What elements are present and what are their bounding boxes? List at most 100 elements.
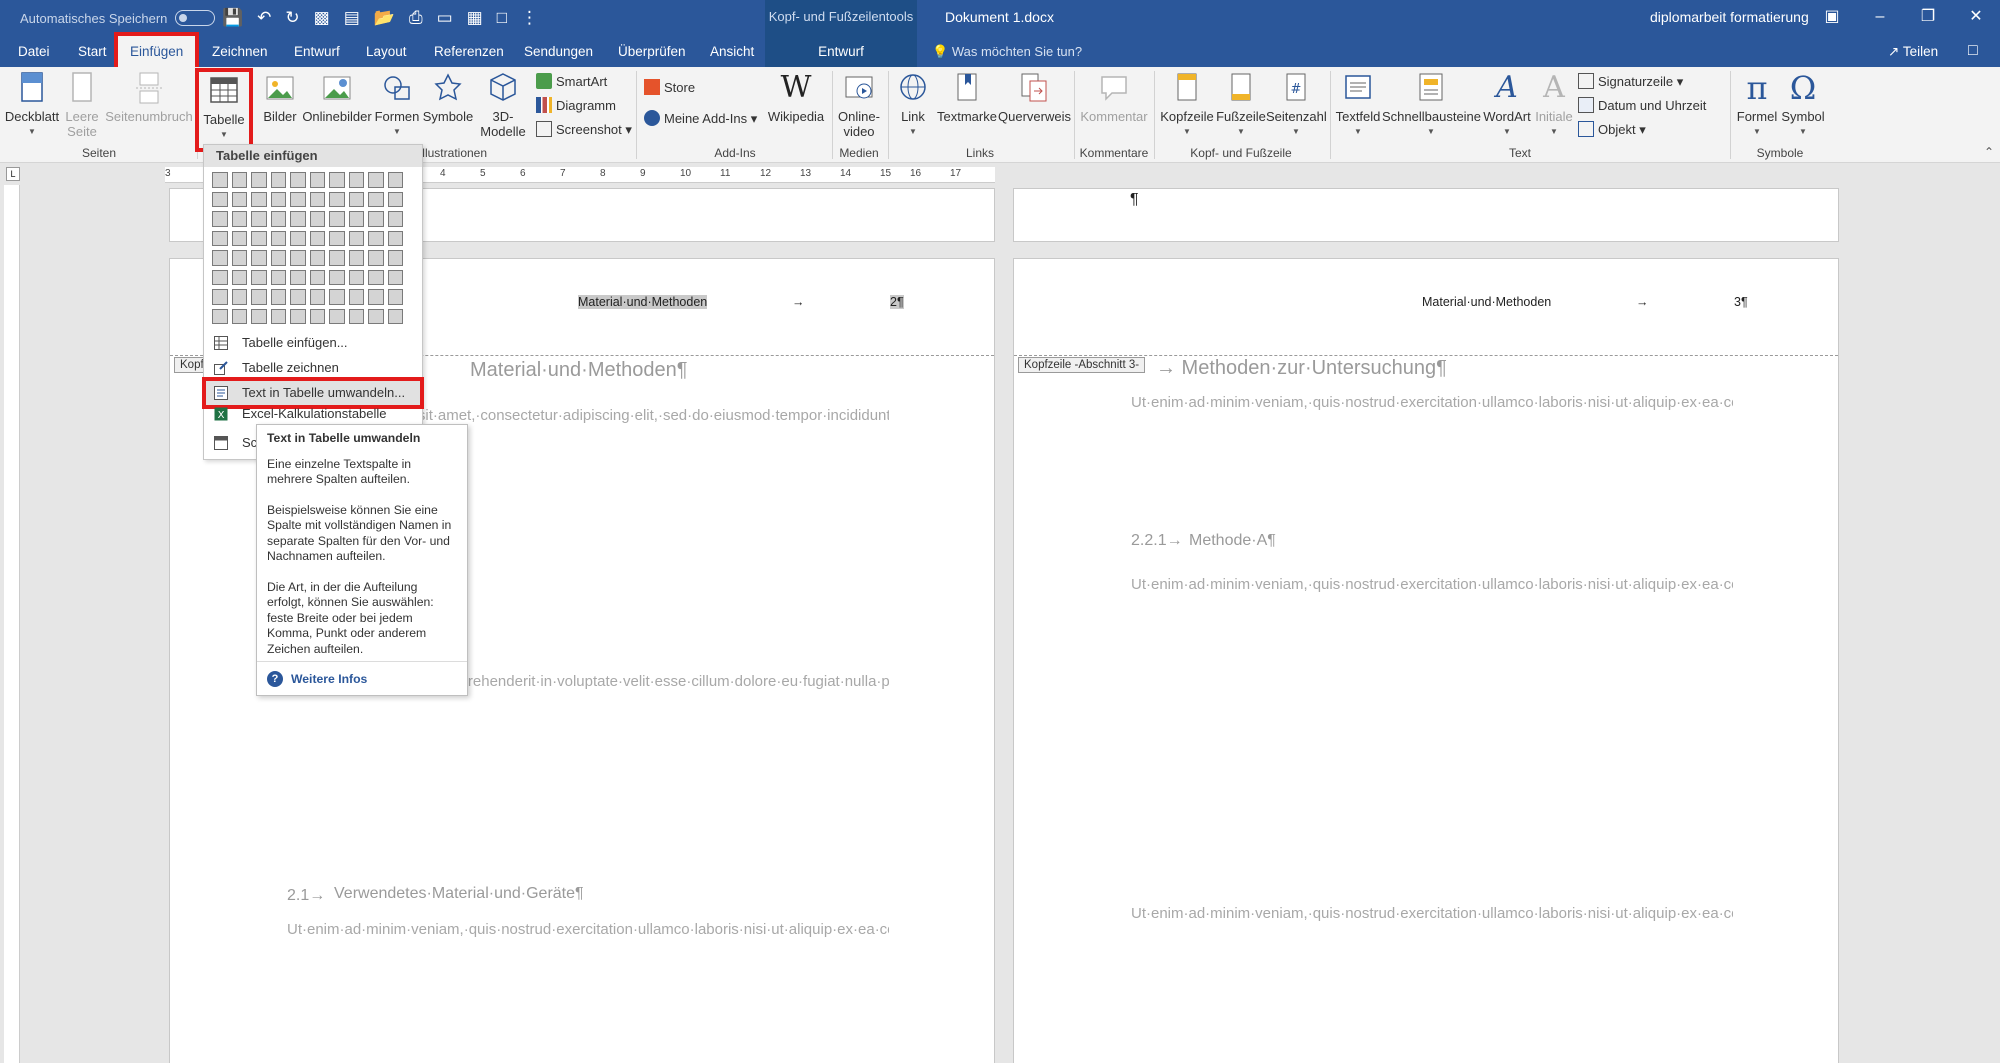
new-document-icon[interactable]: □: [497, 8, 507, 28]
grid-cell[interactable]: [251, 191, 267, 207]
close-icon[interactable]: ✕: [1952, 0, 2000, 36]
paragraph-1[interactable]: Ut·enim·ad·minim·veniam,·quis·nostrud·ex…: [1131, 389, 1733, 507]
autosave-control[interactable]: Automatisches Speichern: [20, 0, 216, 36]
table-icon[interactable]: ▦: [467, 8, 483, 28]
grid-cell[interactable]: [387, 191, 403, 207]
formen-button[interactable]: Formen ▼: [374, 69, 420, 139]
grid-cell[interactable]: [251, 211, 267, 227]
signaturzeile-button[interactable]: Signaturzeile ▾: [1578, 71, 1683, 93]
collapse-ribbon-icon[interactable]: ⌃: [1984, 145, 1994, 159]
grid-cell[interactable]: [290, 250, 306, 266]
grid-cell[interactable]: [290, 211, 306, 227]
grid-cell[interactable]: [251, 289, 267, 305]
grid-cell[interactable]: [231, 289, 247, 305]
store-button[interactable]: Store: [644, 77, 695, 99]
grid-cell[interactable]: [212, 289, 228, 305]
grid-cell[interactable]: [329, 191, 345, 207]
print-icon[interactable]: ⎙: [409, 8, 423, 28]
onlinevideo-button[interactable]: Online-video: [834, 69, 884, 139]
tabelle-button[interactable]: Tabelle ▼: [195, 68, 253, 152]
grid-cell[interactable]: [231, 211, 247, 227]
paragraph-3[interactable]: Ut·enim·ad·minim·veniam,·quis·nostrud·ex…: [1131, 900, 1733, 1063]
tab-layout[interactable]: Layout: [364, 36, 409, 67]
grid-cell[interactable]: [309, 250, 325, 266]
grid-cell[interactable]: [251, 308, 267, 324]
customize-qat-icon[interactable]: ⋮: [521, 8, 538, 28]
grid-cell[interactable]: [309, 191, 325, 207]
grid-cell[interactable]: [290, 172, 306, 188]
grid-cell[interactable]: [348, 191, 364, 207]
table-size-grid[interactable]: [212, 172, 403, 324]
grid-cell[interactable]: [348, 230, 364, 246]
tab-entwurf[interactable]: Entwurf: [292, 36, 342, 67]
meine-addins-button[interactable]: Meine Add-Ins ▾: [644, 108, 757, 130]
grid-cell[interactable]: [290, 269, 306, 285]
grid-cell[interactable]: [368, 308, 384, 324]
menu-item-text-in-tabelle-umwandeln[interactable]: Text in Tabelle umwandeln...: [202, 377, 424, 409]
grid-cell[interactable]: [368, 211, 384, 227]
grid-cell[interactable]: [329, 289, 345, 305]
grid-cell[interactable]: [212, 191, 228, 207]
grid-cell[interactable]: [329, 172, 345, 188]
grid-cell[interactable]: [368, 289, 384, 305]
grid-cell[interactable]: [212, 230, 228, 246]
grid-cell[interactable]: [329, 250, 345, 266]
grid-cell[interactable]: [387, 230, 403, 246]
grid-cell[interactable]: [270, 250, 286, 266]
minimize-icon[interactable]: –: [1856, 0, 1904, 36]
vertical-ruler[interactable]: [4, 185, 20, 1063]
grid-cell[interactable]: [309, 211, 325, 227]
textmarke-button[interactable]: Textmarke: [936, 69, 998, 124]
grid-cell[interactable]: [290, 191, 306, 207]
grid-cell[interactable]: [368, 172, 384, 188]
grid-cell[interactable]: [387, 211, 403, 227]
print-preview-icon[interactable]: ▤: [344, 8, 360, 28]
grid-cell[interactable]: [309, 308, 325, 324]
grid-cell[interactable]: [251, 269, 267, 285]
grid-cell[interactable]: [270, 211, 286, 227]
seitenumbruch-button[interactable]: Seitenumbruch: [104, 69, 194, 124]
save-as-icon[interactable]: ▩: [314, 8, 330, 28]
diagramm-button[interactable]: Diagramm: [536, 95, 616, 117]
grid-cell[interactable]: [212, 269, 228, 285]
grid-cell[interactable]: [348, 289, 364, 305]
grid-cell[interactable]: [231, 172, 247, 188]
tab-sendungen[interactable]: Sendungen: [522, 36, 595, 67]
grid-cell[interactable]: [329, 308, 345, 324]
symbol-button[interactable]: Ω Symbol ▼: [1780, 69, 1826, 139]
formel-button[interactable]: π Formel ▼: [1734, 69, 1780, 139]
grid-cell[interactable]: [387, 250, 403, 266]
grid-cell[interactable]: [329, 211, 345, 227]
grid-cell[interactable]: [231, 191, 247, 207]
wordart-button[interactable]: A WordArt ▼: [1480, 69, 1534, 139]
schnellbausteine-button[interactable]: Schnellbausteine ▼: [1382, 69, 1481, 139]
page-3[interactable]: Material·und·Methoden → 3¶ Kopfzeile -Ab…: [1013, 258, 1839, 1063]
grid-cell[interactable]: [231, 230, 247, 246]
tab-ansicht[interactable]: Ansicht: [708, 36, 756, 67]
grid-cell[interactable]: [309, 289, 325, 305]
comments-icon[interactable]: □: [1968, 42, 1978, 60]
grid-cell[interactable]: [290, 289, 306, 305]
grid-cell[interactable]: [212, 211, 228, 227]
header-section-label[interactable]: Kopfzeile -Abschnitt 3-: [1018, 357, 1146, 373]
grid-cell[interactable]: [309, 230, 325, 246]
grid-cell[interactable]: [348, 172, 364, 188]
symbole-button[interactable]: Symbole: [422, 69, 474, 124]
3d-modelle-button[interactable]: 3D- Modelle: [476, 69, 530, 139]
seitenzahl-button[interactable]: # Seitenzahl ▼: [1266, 69, 1327, 139]
grid-cell[interactable]: [387, 172, 403, 188]
kommentar-button[interactable]: Kommentar: [1078, 69, 1150, 124]
grid-cell[interactable]: [387, 289, 403, 305]
paragraph-3[interactable]: Ut·enim·ad·minim·veniam,·quis·nostrud·ex…: [287, 916, 889, 1063]
grid-cell[interactable]: [231, 250, 247, 266]
undo-icon[interactable]: ↶: [257, 8, 271, 28]
kopfzeile-button[interactable]: Kopfzeile ▼: [1158, 69, 1216, 139]
grid-cell[interactable]: [387, 308, 403, 324]
grid-cell[interactable]: [251, 250, 267, 266]
querverweis-button[interactable]: Querverweis: [998, 69, 1071, 124]
grid-cell[interactable]: [368, 191, 384, 207]
grid-cell[interactable]: [212, 308, 228, 324]
grid-cell[interactable]: [251, 230, 267, 246]
tell-me-search[interactable]: 💡 Was möchten Sie tun?: [932, 36, 1082, 67]
tab-einfuegen[interactable]: Einfügen: [113, 32, 200, 71]
